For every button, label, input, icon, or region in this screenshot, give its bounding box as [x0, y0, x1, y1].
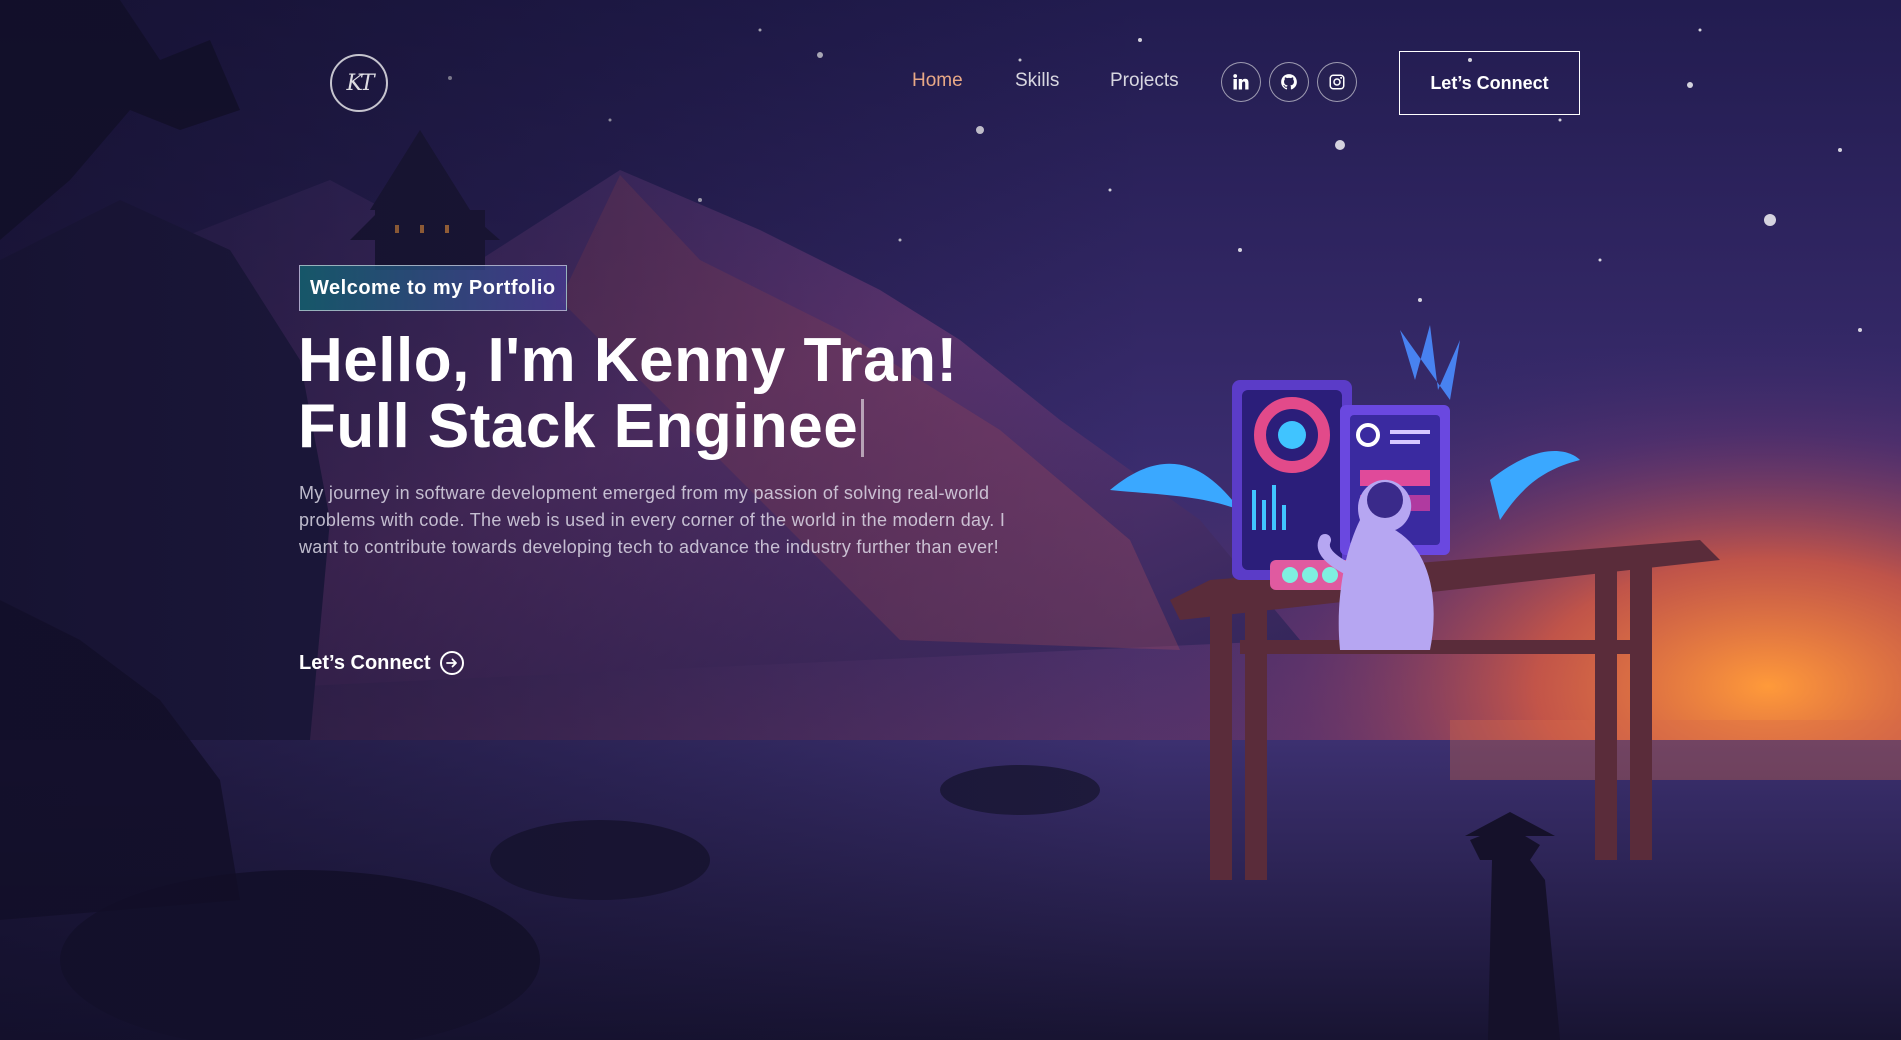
github-button[interactable]: [1269, 62, 1309, 102]
instagram-button[interactable]: [1317, 62, 1357, 102]
typing-cursor: [861, 399, 865, 457]
hero-bio: My journey in software development emerg…: [299, 483, 1006, 557]
linkedin-button[interactable]: [1221, 62, 1261, 102]
nav-link-projects[interactable]: Projects: [1110, 70, 1179, 92]
hero-headline: Hello, I'm Kenny Tran! Full Stack Engine…: [298, 328, 958, 460]
developer-illustration: [1110, 325, 1580, 650]
logo-text: KT: [346, 70, 374, 96]
nav-link-home[interactable]: Home: [912, 70, 963, 92]
hero-lets-connect-button[interactable]: Let’s Connect: [299, 648, 464, 678]
arrow-right-circle-icon: [439, 651, 464, 675]
headline-role-text: Full Stack Enginee: [298, 392, 859, 461]
headline-greeting: Hello, I'm Kenny Tran!: [298, 326, 958, 395]
headline-role-line: Full Stack Enginee: [298, 394, 958, 460]
github-icon: [1281, 74, 1297, 90]
instagram-icon: [1329, 74, 1345, 90]
nav-lets-connect-button[interactable]: Let’s Connect: [1399, 51, 1580, 115]
hero-cta-label: Let’s Connect: [299, 651, 431, 674]
top-navbar: KT Home Skills Projects Let’s Connect: [0, 0, 1901, 170]
welcome-tagline: Welcome to my Portfolio: [299, 265, 567, 311]
nav-link-skills[interactable]: Skills: [1015, 70, 1059, 92]
page: KT Home Skills Projects Let’s Connect We…: [0, 0, 1901, 1040]
linkedin-icon: [1233, 74, 1249, 90]
logo[interactable]: KT: [330, 54, 388, 112]
